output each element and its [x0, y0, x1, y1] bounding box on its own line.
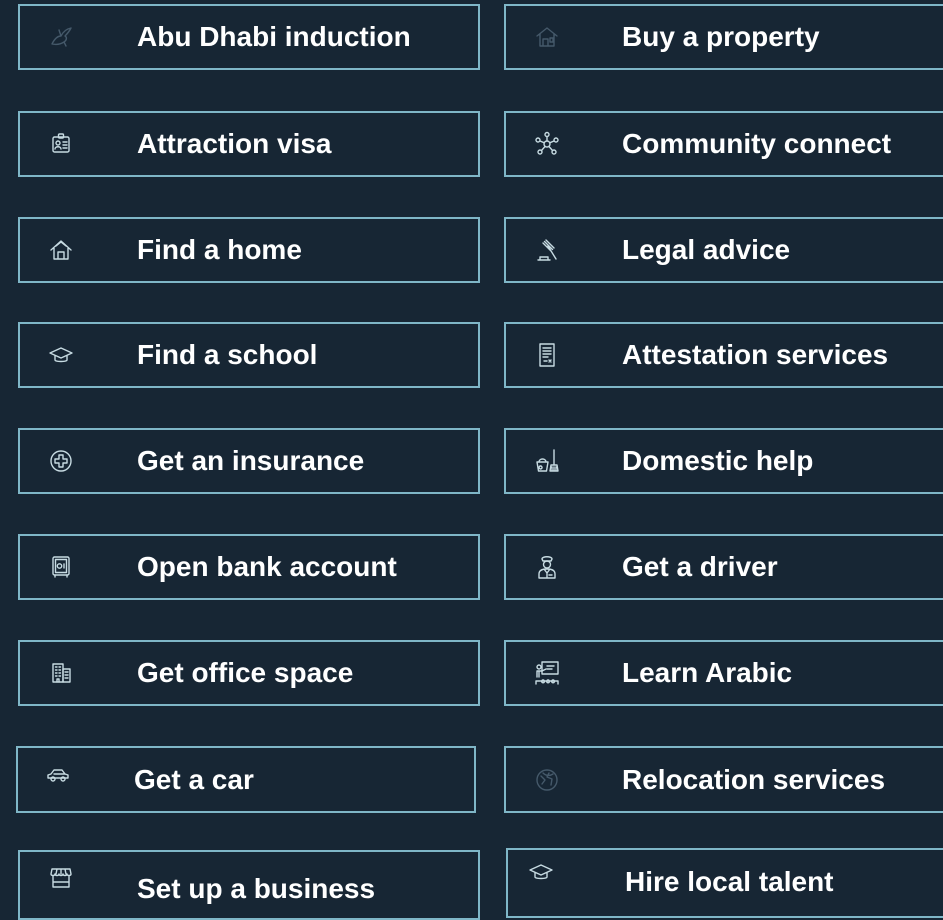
service-find-a-school[interactable]: Find a school — [18, 322, 480, 388]
service-label: Open bank account — [137, 551, 397, 582]
medical-cross-icon — [48, 448, 74, 474]
service-open-bank-account[interactable]: Open bank account — [18, 534, 480, 600]
service-label: Buy a property — [622, 21, 820, 52]
service-label: Set up a business — [137, 873, 376, 904]
service-label: Hire local talent — [625, 866, 834, 897]
car-icon — [45, 762, 71, 788]
service-get-office-space[interactable]: Get office space — [18, 640, 480, 706]
property-icon — [534, 24, 560, 50]
service-label: Legal advice — [622, 234, 791, 265]
service-relocation-services[interactable]: Relocation services — [504, 746, 943, 813]
service-legal-advice[interactable]: Legal advice — [504, 217, 943, 283]
service-label: Community connect — [622, 128, 892, 159]
chauffeur-icon — [534, 554, 560, 580]
cleaning-bucket-icon — [534, 448, 560, 474]
service-label: Abu Dhabi induction — [137, 21, 411, 52]
service-label: Find a school — [137, 339, 318, 370]
service-learn-arabic[interactable]: Learn Arabic — [504, 640, 943, 706]
service-label: Get an insurance — [137, 445, 365, 476]
service-label: Relocation services — [622, 763, 886, 795]
service-community-connect[interactable]: Community connect — [504, 111, 943, 177]
storefront-icon — [48, 865, 74, 891]
service-label: Attestation services — [622, 339, 889, 370]
graduation-cap-icon — [48, 342, 74, 368]
service-abu-dhabi-induction[interactable]: Abu Dhabi induction — [18, 4, 480, 70]
relocation-globe-icon — [534, 767, 560, 793]
service-attestation-services[interactable]: Attestation services — [504, 322, 943, 388]
service-get-a-car[interactable]: Get a car — [16, 746, 476, 813]
graduation-cap-icon — [528, 859, 554, 885]
service-buy-a-property[interactable]: Buy a property — [504, 4, 943, 70]
service-label: Find a home — [137, 234, 302, 265]
service-find-a-home[interactable]: Find a home — [18, 217, 480, 283]
house-icon — [48, 237, 74, 263]
safe-icon — [48, 554, 74, 580]
id-badge-icon — [48, 131, 74, 157]
service-label: Learn Arabic — [622, 657, 793, 688]
document-icon — [534, 342, 560, 368]
network-icon — [534, 131, 560, 157]
service-hire-local-talent[interactable]: Hire local talent — [506, 848, 943, 918]
gavel-icon — [534, 237, 560, 263]
service-label: Get office space — [137, 657, 354, 688]
service-label: Attraction visa — [137, 128, 332, 159]
falcon-icon — [48, 24, 74, 50]
service-label: Get a driver — [622, 551, 778, 582]
service-get-an-insurance[interactable]: Get an insurance — [18, 428, 480, 494]
office-building-icon — [48, 660, 74, 686]
service-get-a-driver[interactable]: Get a driver — [504, 534, 943, 600]
service-label: Domestic help — [622, 445, 814, 476]
teacher-board-icon — [534, 660, 560, 686]
service-attraction-visa[interactable]: Attraction visa — [18, 111, 480, 177]
service-label: Get a car — [134, 763, 254, 795]
service-domestic-help[interactable]: Domestic help — [504, 428, 943, 494]
